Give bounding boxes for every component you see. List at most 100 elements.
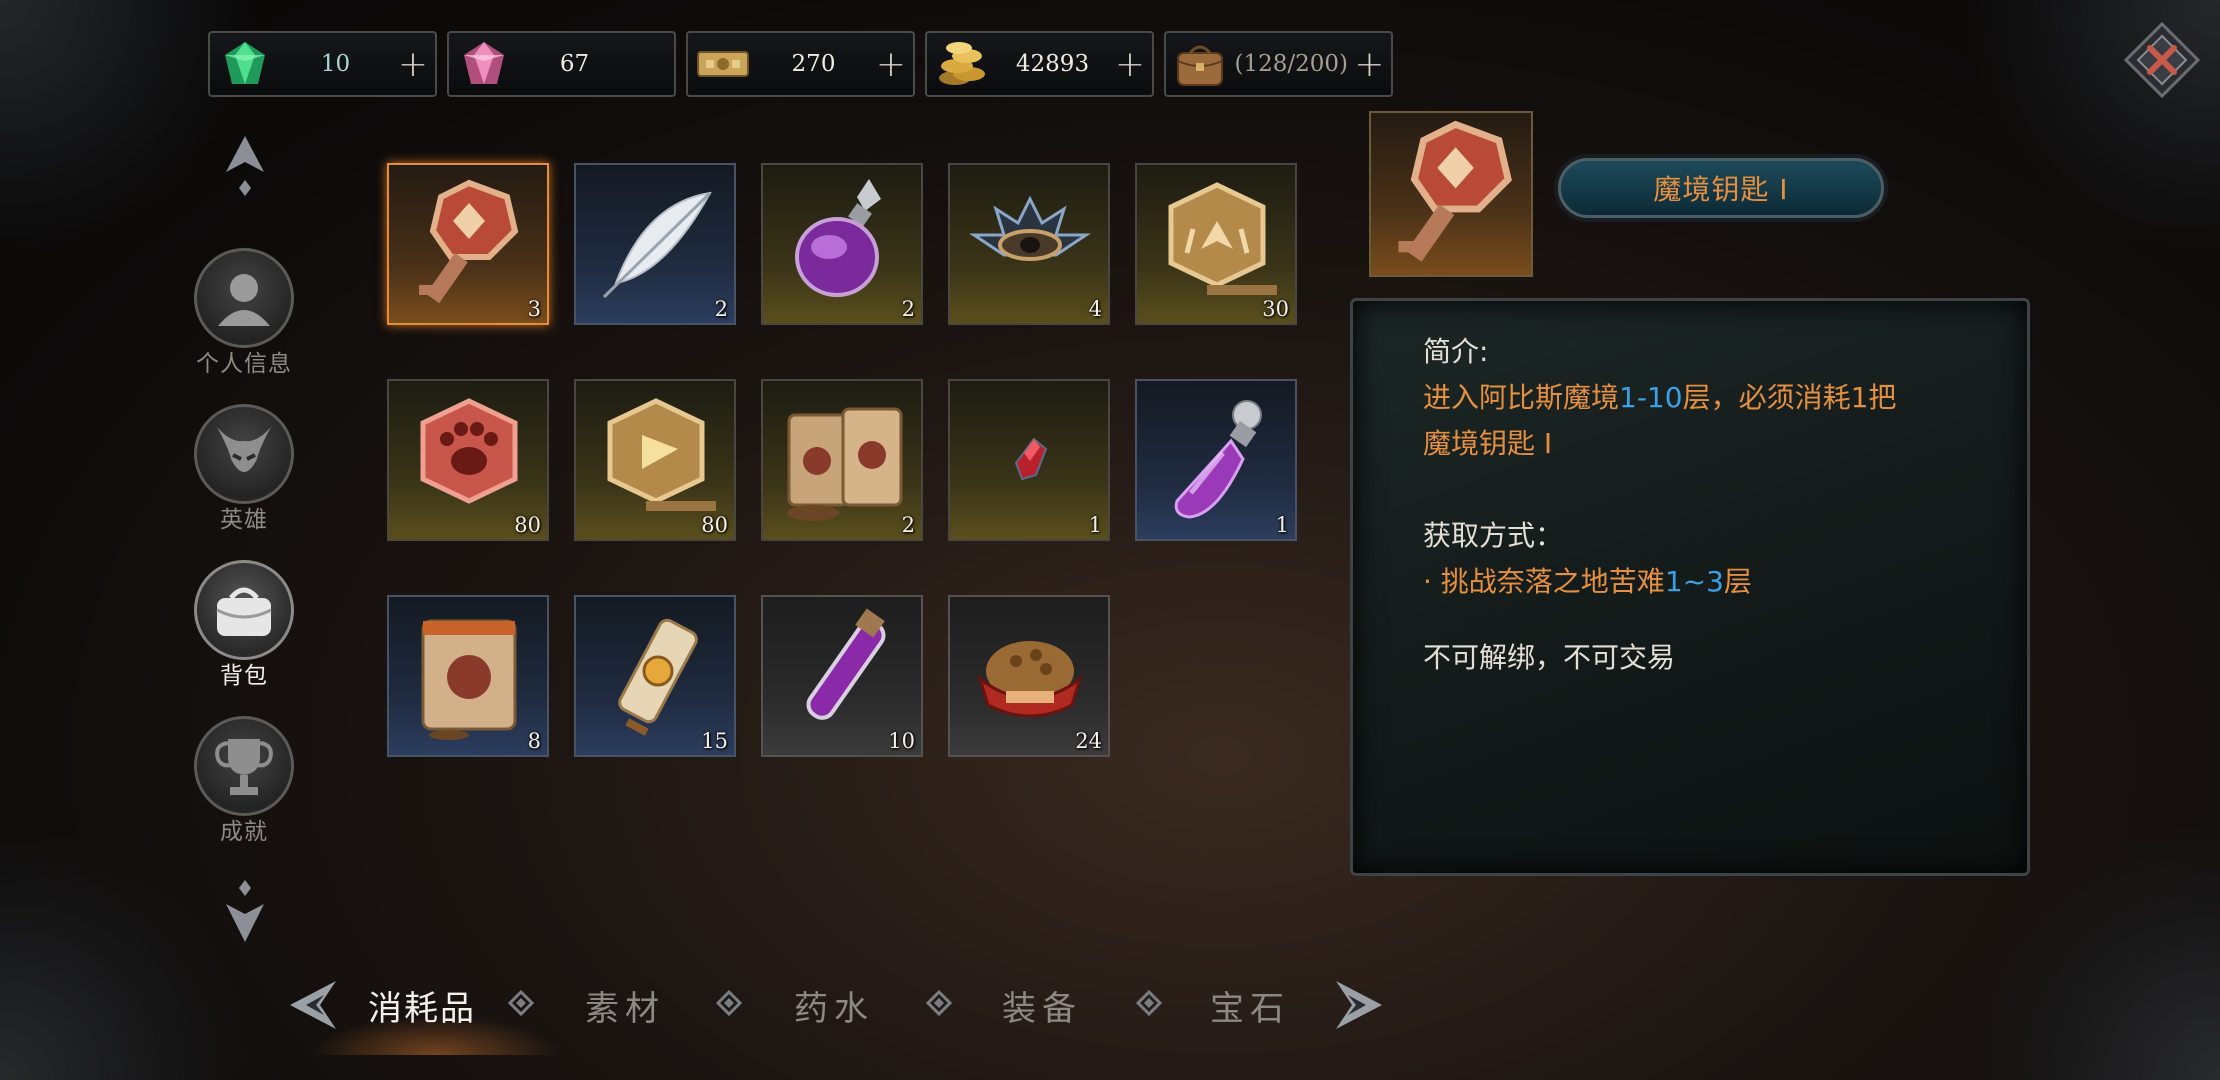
arrow-down-icon	[226, 880, 264, 942]
magic-key-icon	[419, 179, 519, 304]
inventory-slot-purple-vial[interactable]: 10	[761, 595, 923, 757]
selected-item-name: 魔境钥匙 I	[1558, 158, 1884, 218]
diamond-separator-icon	[716, 990, 742, 1016]
tab-equipment[interactable]: 装备	[982, 978, 1102, 1032]
tabs-next-button[interactable]	[1328, 975, 1388, 1035]
description-line-1: 进入阿比斯魔境1-10层，必须消耗1把	[1423, 375, 1896, 421]
currency-pink-gem: 67 +	[447, 31, 676, 97]
nav-item-profile[interactable]: 个人信息	[194, 248, 294, 378]
currency-gold: 42893 +	[925, 31, 1154, 97]
inventory-slot-purple-potion[interactable]: 1	[1135, 379, 1297, 541]
obtain-label: 获取方式：	[1423, 519, 1564, 552]
item-count: 1	[1275, 513, 1289, 537]
item-count: 1	[1088, 513, 1102, 537]
nav-item-bag[interactable]: 背包	[194, 560, 294, 690]
crown-emblem-icon	[969, 195, 1091, 261]
chevron-right-icon	[1336, 981, 1382, 1029]
item-count: 80	[701, 513, 728, 537]
magic-key-icon	[1398, 120, 1512, 262]
green-gem-icon	[210, 33, 280, 95]
nav-scroll-down-button[interactable]	[220, 876, 270, 946]
purple-vial-icon	[806, 608, 886, 720]
add-ticket-button[interactable]: +	[869, 44, 913, 85]
inventory-slot-feed-sacks[interactable]: 2	[761, 379, 923, 541]
expand-bag-button[interactable]: +	[1348, 44, 1391, 85]
item-count: 24	[1075, 729, 1102, 753]
tab-consumables[interactable]: 消耗品	[352, 978, 492, 1032]
item-count: 8	[527, 729, 541, 753]
nav-item-label: 背包	[220, 663, 268, 689]
paw-token-icon	[420, 398, 518, 504]
item-count: 2	[901, 297, 915, 321]
inventory-slot-food-bowl[interactable]: 24	[948, 595, 1110, 757]
inventory-slot-gold-plate-gem[interactable]: 80	[574, 379, 736, 541]
item-count: 3	[527, 297, 541, 321]
red-crystal-icon	[1014, 437, 1048, 481]
description-text: 进入阿比斯魔境	[1423, 381, 1620, 414]
obtain-method: · 挑战奈落之地苦难1~3层	[1423, 559, 1752, 605]
item-count: 30	[1262, 297, 1289, 321]
tab-gems[interactable]: 宝石	[1190, 978, 1310, 1032]
close-button[interactable]	[2122, 20, 2202, 100]
currency-ticket: 270 +	[686, 31, 915, 97]
feed-bag-icon	[421, 619, 517, 740]
currency-value: (128/200)	[1234, 51, 1348, 77]
food-bowl-icon	[977, 641, 1083, 718]
chevron-left-icon	[290, 981, 336, 1029]
purple-flask-icon	[795, 179, 881, 297]
obtain-text: 层	[1723, 565, 1752, 598]
inventory-slot-red-crystal[interactable]: 1	[948, 379, 1110, 541]
item-count: 80	[514, 513, 541, 537]
nav-item-label: 个人信息	[196, 351, 292, 377]
nav-item-label: 英雄	[220, 507, 268, 533]
add-gold-button[interactable]: +	[1108, 44, 1152, 85]
inventory-slot-purple-flask[interactable]: 2	[761, 163, 923, 325]
item-count: 2	[714, 297, 728, 321]
currency-green-gem: 10 +	[208, 31, 437, 97]
gold-plate-gem-icon	[607, 398, 716, 511]
description-line-2: 魔境钥匙 I	[1423, 427, 1553, 460]
pink-gem-icon	[449, 33, 519, 95]
tabs-prev-button[interactable]	[284, 975, 344, 1035]
feed-sacks-icon	[787, 407, 903, 521]
obtain-range: 1~3	[1664, 565, 1724, 598]
nav-item-label: 成就	[220, 819, 268, 845]
feather-icon	[602, 191, 712, 299]
currency-value: 10	[320, 51, 351, 77]
selected-item-icon	[1369, 111, 1533, 277]
currency-value: 67	[559, 51, 590, 77]
gold-plate-wings-icon	[1168, 182, 1277, 295]
item-count: 10	[888, 729, 915, 753]
tab-materials[interactable]: 素材	[565, 978, 685, 1032]
obtain-text: · 挑战奈落之地苦难	[1423, 565, 1665, 598]
inventory-slot-crown-emblem[interactable]: 4	[948, 163, 1110, 325]
description-range: 1-10	[1619, 381, 1683, 414]
currency-value: 42893	[1015, 51, 1090, 77]
close-icon	[2123, 21, 2201, 99]
item-description-panel: 简介: 进入阿比斯魔境1-10层，必须消耗1把 魔境钥匙 I 获取方式： · 挑…	[1350, 298, 2030, 876]
nav-scroll-up-button[interactable]	[220, 132, 270, 202]
tab-potions[interactable]: 药水	[774, 978, 894, 1032]
bind-trade-text: 不可解绑，不可交易	[1423, 641, 1676, 674]
add-green-gem-button[interactable]: +	[391, 44, 435, 85]
item-count: 15	[701, 729, 728, 753]
inventory-slot-gold-plate-wings[interactable]: 30	[1135, 163, 1297, 325]
diamond-separator-icon	[508, 990, 534, 1016]
item-count: 4	[1088, 297, 1102, 321]
ticket-icon	[688, 33, 758, 95]
currency-value: 270	[791, 51, 836, 77]
corner-ornament-bottom-left	[0, 820, 260, 1080]
demon-helmet-icon	[194, 404, 294, 504]
nav-item-achievements[interactable]: 成就	[194, 716, 294, 846]
nav-item-heroes[interactable]: 英雄	[194, 404, 294, 534]
gold-coins-icon	[927, 33, 997, 95]
arrow-up-icon	[226, 136, 264, 196]
bag-icon	[194, 560, 294, 660]
inventory-slot-magic-key[interactable]: 3	[387, 163, 549, 325]
inventory-slot-feed-bag[interactable]: 8	[387, 595, 549, 757]
scroll-icon	[618, 618, 698, 736]
inventory-slot-scroll[interactable]: 15	[574, 595, 736, 757]
inventory-slot-white-feather[interactable]: 2	[574, 163, 736, 325]
inventory-slot-red-paw-token[interactable]: 80	[387, 379, 549, 541]
satchel-icon	[1166, 33, 1234, 95]
